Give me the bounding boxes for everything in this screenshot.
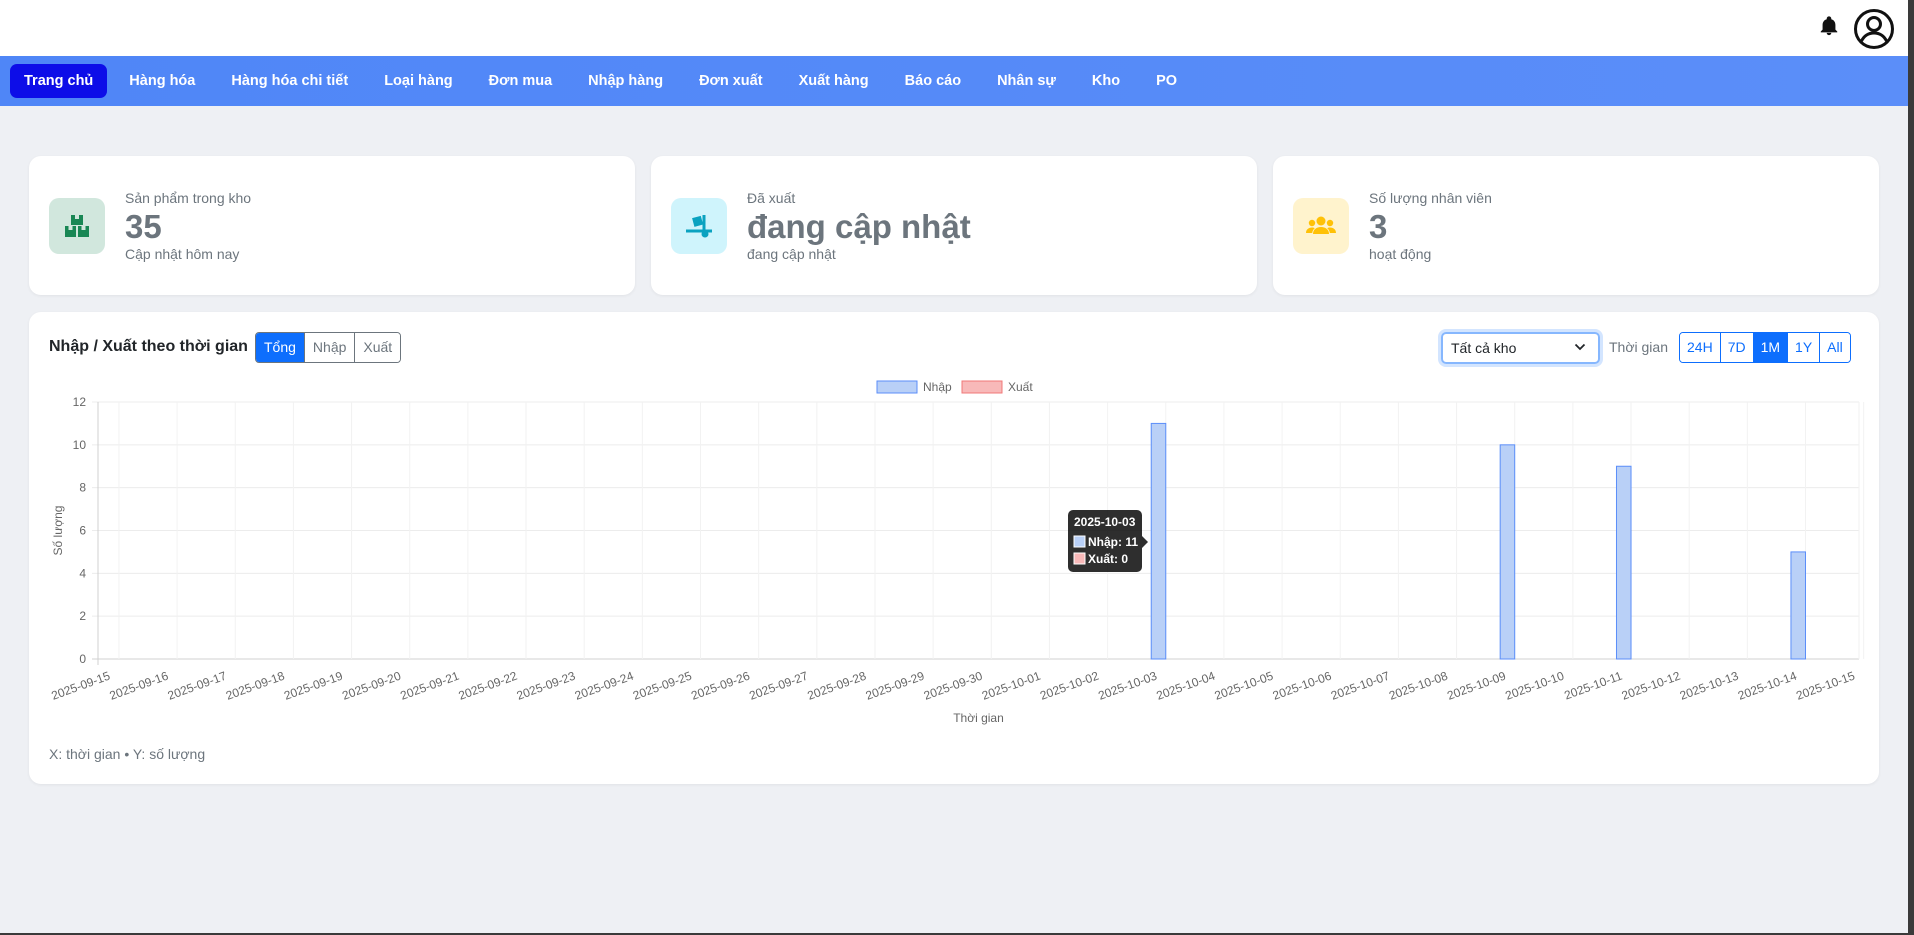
nav-item[interactable]: Báo cáo (887, 64, 979, 98)
tooltip-caret (1142, 536, 1148, 548)
nav-item[interactable]: Loại hàng (366, 64, 470, 98)
x-tick-label: 2025-09-30 (922, 669, 985, 703)
stat-value: 35 (125, 208, 162, 245)
nav-item[interactable]: Hàng hóa chi tiết (213, 64, 366, 98)
stat-value: đang cập nhật (747, 208, 971, 245)
chart-panel: Nhập / Xuất theo thời gian Tổng Nhập Xuất … (29, 312, 1879, 784)
window-edge-right (1908, 0, 1914, 935)
x-tick-label: 2025-10-04 (1154, 669, 1217, 703)
stat-icon-box (1293, 198, 1349, 254)
x-tick-label: 2025-10-08 (1387, 669, 1450, 703)
x-tick-label: 2025-09-28 (806, 669, 869, 703)
stat-label: Đã xuất (747, 190, 796, 206)
stat-icon-box (49, 198, 105, 254)
y-tick-label: 8 (79, 481, 86, 495)
nav-item[interactable]: Đơn mua (471, 64, 570, 98)
legend-label: Nhập (923, 380, 952, 394)
x-tick-label: 2025-10-03 (1096, 669, 1159, 703)
top-bar (0, 0, 1908, 56)
x-tick-label: 2025-09-19 (282, 669, 345, 703)
nav-item[interactable]: Trang chủ (10, 64, 108, 98)
x-tick-label: 2025-10-05 (1213, 669, 1276, 703)
boxes-icon (65, 215, 89, 237)
stat-icon-box (671, 198, 727, 254)
x-tick-label: 2025-09-17 (166, 669, 229, 703)
legend-swatch (961, 380, 1003, 394)
tooltip-line: Nhập: 11 (1088, 535, 1138, 549)
legend-label: Xuất (1008, 380, 1033, 394)
nav-item[interactable]: Nhập hàng (570, 64, 681, 98)
tooltip-swatch (1073, 535, 1086, 548)
stat-card-products: Sản phẩm trong kho 35 Cập nhật hôm nay (29, 156, 635, 295)
x-tick-label: 2025-09-27 (747, 669, 810, 703)
nav-item[interactable]: Kho (1074, 64, 1138, 98)
users-icon (1306, 216, 1336, 234)
bar-nhap (1150, 422, 1167, 660)
x-tick-label: 2025-09-25 (631, 669, 694, 703)
x-tick-label: 2025-09-22 (457, 669, 520, 703)
x-tick-label: 2025-10-06 (1271, 669, 1334, 703)
bar-nhap (1790, 551, 1806, 660)
x-tick-label: 2025-10-02 (1038, 669, 1101, 703)
x-tick-label: 2025-10-12 (1620, 669, 1683, 703)
x-tick-label: 2025-09-26 (689, 669, 752, 703)
bell-icon[interactable] (1818, 14, 1840, 38)
inout-bar-chart: 0246810122025-09-152025-09-162025-09-172… (49, 380, 1865, 725)
x-tick-label: 2025-09-23 (515, 669, 578, 703)
y-tick-label: 12 (73, 395, 87, 409)
stat-label: Số lượng nhân viên (1369, 190, 1492, 206)
x-tick-label: 2025-10-10 (1503, 669, 1566, 703)
nav-item[interactable]: PO (1138, 64, 1195, 98)
x-tick-label: 2025-10-11 (1562, 669, 1624, 703)
stat-label: Sản phẩm trong kho (125, 190, 252, 206)
x-tick-label: 2025-09-21 (398, 669, 461, 703)
y-tick-label: 10 (73, 438, 87, 452)
stat-subtext: hoạt động (1369, 246, 1432, 262)
chart-footnote: X: thời gian • Y: số lượng (49, 746, 206, 762)
x-tick-label: 2025-10-15 (1794, 669, 1857, 703)
bar-nhap (1615, 465, 1632, 660)
bar-nhap (1499, 444, 1516, 660)
x-axis-label: Thời gian (953, 711, 1004, 725)
stat-subtext: Cập nhật hôm nay (125, 246, 240, 262)
legend-swatch (876, 380, 918, 394)
y-axis-label: Số lượng (51, 506, 65, 556)
tooltip-swatch (1073, 552, 1086, 565)
y-tick-label: 4 (79, 566, 86, 580)
stat-value: 3 (1369, 208, 1388, 245)
x-tick-label: 2025-09-20 (340, 669, 403, 703)
x-tick-label: 2025-09-16 (108, 669, 171, 703)
y-tick-label: 2 (79, 609, 86, 623)
user-avatar-icon[interactable] (1853, 8, 1895, 50)
y-tick-label: 6 (79, 524, 86, 538)
stat-subtext: đang cập nhật (747, 246, 836, 262)
nav-item[interactable]: Hàng hóa (111, 64, 213, 98)
x-tick-label: 2025-10-07 (1329, 669, 1392, 703)
x-tick-label: 2025-10-01 (980, 669, 1043, 703)
stat-card-employees: Số lượng nhân viên 3 hoạt động (1273, 156, 1879, 295)
y-tick-label: 0 (79, 652, 86, 666)
x-tick-label: 2025-10-13 (1678, 669, 1741, 703)
x-tick-label: 2025-09-29 (864, 669, 927, 703)
tooltip-line: Xuất: 0 (1088, 552, 1128, 566)
nav-item[interactable]: Đơn xuất (681, 64, 780, 98)
truck-loading-icon (686, 215, 712, 238)
main-navbar: Trang chủ Hàng hóa Hàng hóa chi tiết Loại h… (0, 56, 1908, 106)
x-tick-label: 2025-09-15 (49, 669, 112, 703)
nav-item[interactable]: Nhân sự (979, 64, 1074, 98)
tooltip-title: 2025-10-03 (1074, 515, 1136, 529)
x-tick-label: 2025-10-09 (1445, 669, 1508, 703)
x-tick-label: 2025-09-18 (224, 669, 287, 703)
x-tick-label: 2025-10-14 (1736, 669, 1799, 703)
x-tick-label: 2025-09-24 (573, 669, 636, 703)
nav-item[interactable]: Xuất hàng (781, 64, 887, 98)
stat-card-exported: Đã xuất đang cập nhật đang cập nhật (651, 156, 1257, 295)
